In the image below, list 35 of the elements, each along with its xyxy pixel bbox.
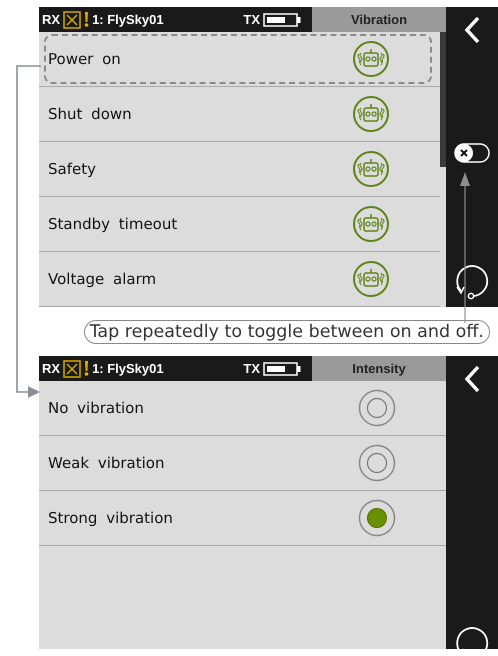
toggle-switch[interactable] xyxy=(454,143,490,163)
back-chevron-icon[interactable] xyxy=(462,15,482,45)
screen-title: Vibration xyxy=(312,7,446,32)
scrollbar[interactable] xyxy=(440,32,446,167)
callout-note: Tap repeatedly to toggle between on and off. xyxy=(84,320,490,344)
vibrating-remote-icon xyxy=(352,205,390,243)
vibrating-remote-icon xyxy=(352,260,390,298)
vibrating-remote-icon xyxy=(352,95,390,133)
receiver-name: 1: FlySky01 xyxy=(92,12,164,27)
screen-title: Intensity xyxy=(312,356,446,381)
radio-button[interactable] xyxy=(358,389,396,427)
menu-item[interactable]: Power on xyxy=(48,50,121,68)
crossed-box-icon xyxy=(63,10,82,28)
rx-label: RX xyxy=(42,12,60,27)
vibrating-remote-icon xyxy=(352,150,390,188)
vibrating-remote-icon xyxy=(352,40,390,78)
menu-item[interactable]: Safety xyxy=(48,160,96,178)
receiver-name: 1: FlySky01 xyxy=(92,361,164,376)
option-label[interactable]: Weak vibration xyxy=(48,454,164,472)
battery-icon xyxy=(263,362,301,376)
tx-label: TX xyxy=(243,12,260,27)
option-label[interactable]: No vibration xyxy=(48,399,144,417)
back-chevron-icon[interactable] xyxy=(462,364,482,394)
menu-item[interactable]: Standby timeout xyxy=(48,215,178,233)
warning-icon xyxy=(84,361,90,376)
crossed-box-icon xyxy=(63,360,82,378)
radio-button[interactable] xyxy=(358,499,396,537)
battery-icon xyxy=(263,12,301,26)
warning-icon xyxy=(84,12,90,27)
tx-label: TX xyxy=(243,361,260,376)
menu-item[interactable]: Voltage alarm xyxy=(48,270,156,288)
option-label[interactable]: Strong vibration xyxy=(48,509,173,527)
radio-button[interactable] xyxy=(358,444,396,482)
menu-item[interactable]: Shut down xyxy=(48,105,132,123)
rx-label: RX xyxy=(42,361,60,376)
